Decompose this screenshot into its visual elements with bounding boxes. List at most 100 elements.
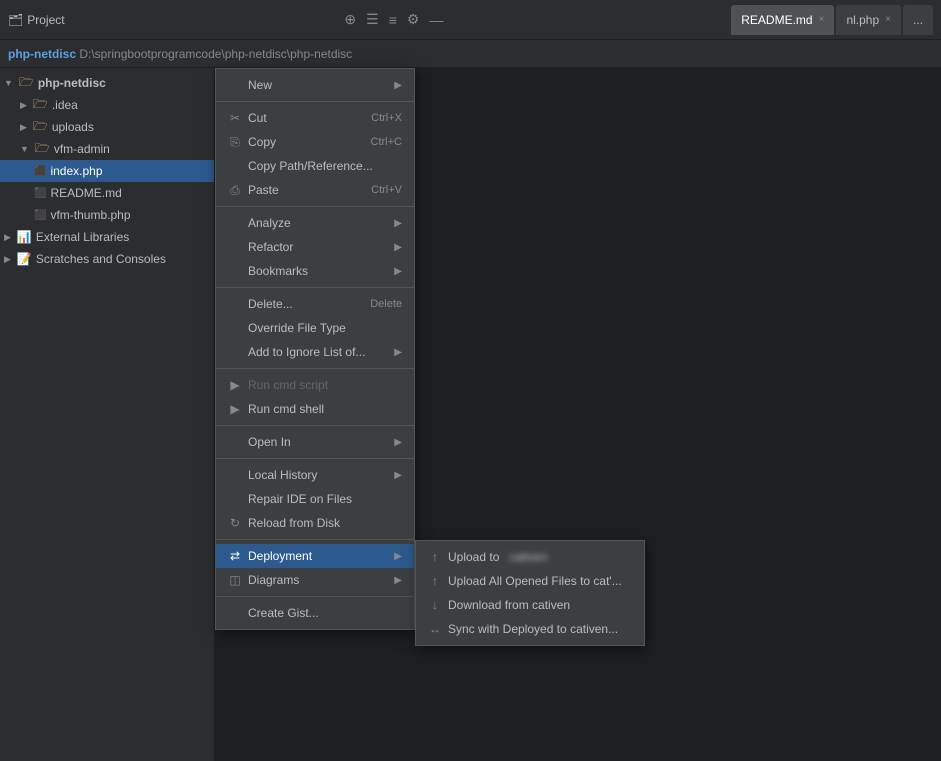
divider-6 [216, 458, 414, 459]
menu-label-delete: Delete... [248, 297, 293, 311]
tree-item-idea[interactable]: ▶ 🗁 .idea [0, 94, 214, 116]
settings-icon[interactable]: ⚙ [405, 9, 422, 30]
copy-icon: ⎘ [228, 135, 242, 150]
divider-1 [216, 101, 414, 102]
menu-item-analyze[interactable]: Analyze ▶ [216, 211, 414, 235]
deployment-submenu: ↑ Upload to cativen ↑ Upload All Opened … [415, 540, 645, 646]
menu-item-deployment[interactable]: ⇄ Deployment ▶ ↑ Upload to cativen [216, 544, 414, 568]
toolbar-icons: ⊕ ☰ ≡ ⚙ — [342, 9, 453, 30]
menu-item-new[interactable]: New ▶ [216, 73, 414, 97]
filter-icon[interactable]: ≡ [387, 10, 399, 30]
menu-item-open-in[interactable]: Open In ▶ [216, 430, 414, 454]
menu-item-run-cmd-script: ▶ Run cmd script [216, 373, 414, 397]
tab-nl-php-label: nl.php [846, 13, 879, 27]
globe-icon[interactable]: ⊕ [342, 9, 358, 30]
tab-nl-php[interactable]: nl.php × [836, 5, 901, 35]
project-text: Project [27, 13, 64, 27]
list-icon[interactable]: ☰ [364, 9, 381, 30]
content-area: New ▶ ✂ Cut Ctrl+X ⎘ Copy Ctrl+C [215, 68, 941, 761]
tree-item-readme-md[interactable]: ⬛ README.md [0, 182, 214, 204]
deployment-server-name: cativen [509, 550, 547, 564]
tab-more-label: ... [913, 13, 923, 27]
menu-item-delete[interactable]: Delete... Delete [216, 292, 414, 316]
refactor-arrow: ▶ [394, 242, 402, 253]
tree-item-index-php[interactable]: ⬛ index.php [0, 160, 214, 182]
deployment-download[interactable]: ↓ Download from cativen [416, 593, 644, 617]
menu-item-copy-path[interactable]: Copy Path/Reference... [216, 154, 414, 178]
tab-readme-close[interactable]: × [819, 14, 825, 25]
copy-shortcut: Ctrl+C [371, 136, 402, 148]
divider-7 [216, 539, 414, 540]
deployment-upload-label: Upload to [448, 550, 499, 564]
menu-label-new: New [248, 78, 272, 92]
minimize-icon[interactable]: — [427, 10, 445, 30]
tree-item-ext-libs[interactable]: ▶ 📊 External Libraries [0, 226, 214, 248]
divider-3 [216, 287, 414, 288]
menu-item-repair-ide[interactable]: Repair IDE on Files [216, 487, 414, 511]
menu-item-override-file[interactable]: Override File Type [216, 316, 414, 340]
tree-item-vfm-thumb[interactable]: ⬛ vfm-thumb.php [0, 204, 214, 226]
cut-icon: ✂ [228, 111, 242, 125]
tree-label-root: php-netdisc [38, 76, 106, 90]
tree-label-readme-md: README.md [50, 186, 121, 200]
tree-label-vfm-thumb: vfm-thumb.php [50, 208, 130, 222]
tab-bar: README.md × nl.php × ... [731, 5, 933, 35]
menu-item-create-gist[interactable]: Create Gist... [216, 601, 414, 625]
menu-item-bookmarks[interactable]: Bookmarks ▶ [216, 259, 414, 283]
menu-label-analyze: Analyze [248, 216, 291, 230]
menu-label-open-in: Open In [248, 435, 291, 449]
menu-label-run-shell: Run cmd shell [248, 402, 324, 416]
file-icon-index-php: ⬛ [34, 166, 46, 177]
tree-label-scratches: Scratches and Consoles [36, 252, 166, 266]
menu-label-paste: Paste [248, 183, 279, 197]
tab-readme-label: README.md [741, 13, 812, 27]
menu-item-diagrams[interactable]: ◫ Diagrams ▶ [216, 568, 414, 592]
deployment-upload-all[interactable]: ↑ Upload All Opened Files to cat'... [416, 569, 644, 593]
menu-label-copy: Copy [248, 135, 276, 149]
menu-item-cut[interactable]: ✂ Cut Ctrl+X [216, 106, 414, 130]
expand-vfm-admin: ▼ [20, 144, 29, 154]
bookmarks-arrow: ▶ [394, 266, 402, 277]
folder-icon-uploads: 🗁 [33, 117, 48, 138]
menu-item-ignore-list[interactable]: Add to Ignore List of... ▶ [216, 340, 414, 364]
cut-shortcut: Ctrl+X [371, 112, 402, 124]
deployment-sync[interactable]: ↔ Sync with Deployed to cativen... [416, 617, 644, 641]
ignore-arrow: ▶ [394, 347, 402, 358]
analyze-arrow: ▶ [394, 218, 402, 229]
deployment-upload[interactable]: ↑ Upload to cativen [416, 545, 644, 569]
top-bar: 🗂 Project ⊕ ☰ ≡ ⚙ — README.md × nl.php ×… [0, 0, 941, 40]
tree-item-vfm-admin[interactable]: ▼ 🗁 vfm-admin [0, 138, 214, 160]
scratches-icon: 📝 [17, 252, 32, 266]
menu-item-copy[interactable]: ⎘ Copy Ctrl+C [216, 130, 414, 154]
divider-8 [216, 596, 414, 597]
tree-item-scratches[interactable]: ▶ 📝 Scratches and Consoles [0, 248, 214, 270]
reload-icon: ↻ [228, 516, 242, 530]
deployment-sync-label: Sync with Deployed to cativen... [448, 622, 618, 636]
deployment-icon: ⇄ [228, 549, 242, 563]
tab-more[interactable]: ... [903, 5, 933, 35]
tab-nl-php-close[interactable]: × [885, 14, 891, 25]
context-menu: New ▶ ✂ Cut Ctrl+X ⎘ Copy Ctrl+C [215, 68, 415, 630]
tree-item-root[interactable]: ▼ 🗁 php-netdisc [0, 72, 214, 94]
menu-label-ignore: Add to Ignore List of... [248, 345, 365, 359]
project-label[interactable]: 🗂 Project [8, 13, 65, 27]
diagrams-arrow: ▶ [394, 575, 402, 586]
divider-2 [216, 206, 414, 207]
main-layout: ▼ 🗁 php-netdisc ▶ 🗁 .idea ▶ 🗁 uploads ▼ … [0, 68, 941, 761]
menu-item-refactor[interactable]: Refactor ▶ [216, 235, 414, 259]
menu-label-reload: Reload from Disk [248, 516, 340, 530]
menu-item-paste[interactable]: ⎙ Paste Ctrl+V [216, 178, 414, 202]
deployment-arrow: ▶ [394, 551, 402, 562]
menu-label-copy-path: Copy Path/Reference... [248, 159, 373, 173]
tree-label-uploads: uploads [52, 120, 94, 134]
download-icon: ↓ [428, 598, 442, 612]
upload-icon: ↑ [428, 550, 442, 564]
divider-5 [216, 425, 414, 426]
diagrams-icon: ◫ [228, 573, 242, 587]
menu-item-run-cmd-shell[interactable]: ▶ Run cmd shell [216, 397, 414, 421]
menu-item-reload[interactable]: ↻ Reload from Disk [216, 511, 414, 535]
tab-readme[interactable]: README.md × [731, 5, 834, 35]
tree-item-uploads[interactable]: ▶ 🗁 uploads [0, 116, 214, 138]
menu-item-local-history[interactable]: Local History ▶ [216, 463, 414, 487]
menu-label-diagrams: Diagrams [248, 573, 299, 587]
